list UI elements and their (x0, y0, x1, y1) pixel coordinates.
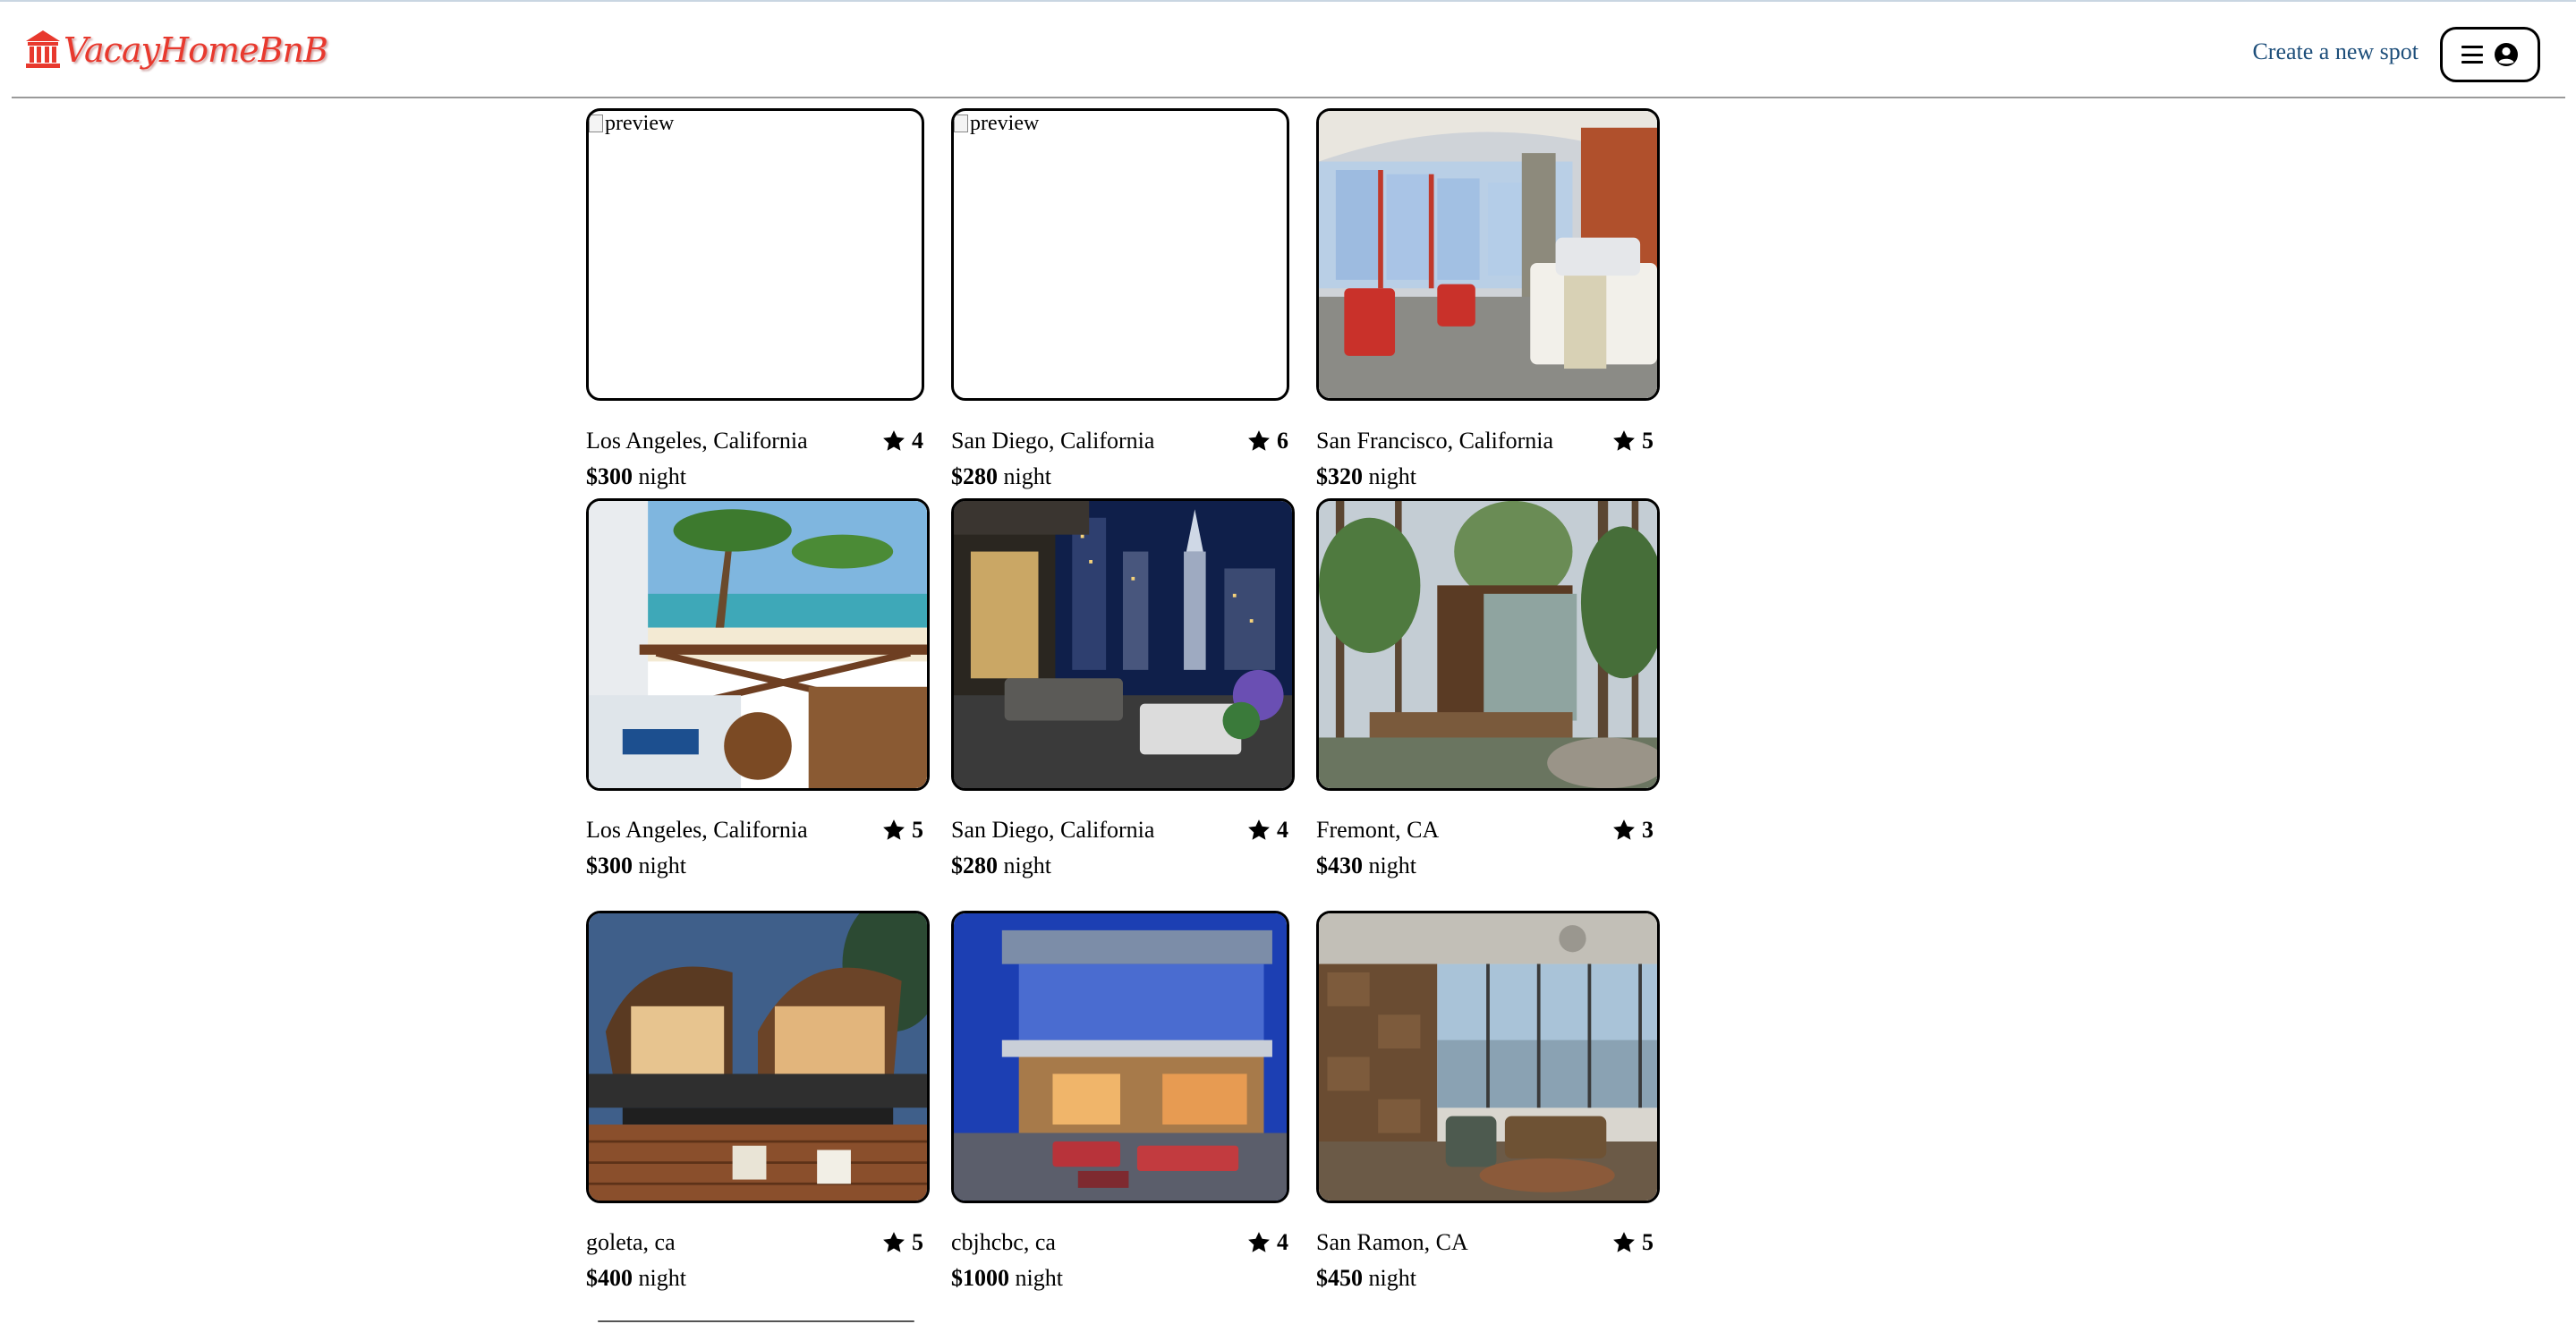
alt-text: preview (970, 112, 1040, 135)
rating-value: 6 (1277, 428, 1288, 454)
price-unit: night (1368, 463, 1416, 489)
profile-menu-button[interactable] (2440, 27, 2540, 82)
broken-image-alt-text: preview (589, 111, 674, 136)
spot-image[interactable] (951, 498, 1295, 791)
spot-image[interactable] (1316, 108, 1660, 401)
spot-price: $300 night (586, 463, 686, 490)
forest-cabin-photo (1319, 501, 1657, 788)
broken-image-alt-text: preview (954, 111, 1039, 136)
spot-price: $280 night (951, 853, 1051, 879)
spot-price: $1000 night (951, 1265, 1063, 1292)
spot-rating: 5 (1611, 428, 1654, 454)
spot-image[interactable] (1316, 911, 1660, 1203)
tropical-villa-photo (589, 913, 927, 1201)
next-card-edge (598, 1320, 914, 1322)
spot-rating: 4 (1246, 817, 1288, 844)
spot-image[interactable] (586, 911, 930, 1203)
price-amount: $400 (586, 1265, 633, 1291)
spot-rating: 5 (881, 817, 923, 844)
spot-rating: 4 (1246, 1229, 1288, 1256)
spot-location: goleta, ca (586, 1229, 676, 1255)
alt-text: preview (605, 112, 675, 135)
rating-value: 5 (1642, 428, 1654, 454)
star-icon (883, 819, 905, 840)
spot-rating: 5 (881, 1229, 923, 1256)
star-icon (1613, 430, 1635, 451)
hamburger-icon (2461, 46, 2483, 64)
star-icon (1613, 819, 1635, 840)
rating-value: 4 (912, 428, 923, 454)
rating-value: 4 (1277, 1229, 1288, 1255)
hotel-room-photo (1319, 111, 1657, 398)
price-amount: $430 (1316, 853, 1363, 878)
bank-icon (26, 30, 60, 68)
price-unit: night (1015, 1265, 1063, 1291)
beach-balcony-photo (589, 501, 927, 788)
spot-location: Los Angeles, California (586, 817, 808, 843)
price-amount: $450 (1316, 1265, 1363, 1291)
spot-image[interactable]: preview (586, 108, 924, 401)
price-amount: $300 (586, 463, 633, 489)
spot-location: Los Angeles, California (586, 428, 808, 454)
spot-price: $400 night (586, 1265, 686, 1292)
price-unit: night (638, 463, 686, 489)
price-amount: $300 (586, 853, 633, 878)
rating-value: 5 (1642, 1229, 1654, 1255)
price-unit: night (1003, 853, 1051, 878)
spot-image[interactable]: preview (951, 108, 1289, 401)
create-spot-link[interactable]: Create a new spot (2252, 38, 2419, 65)
modern-house-photo (954, 913, 1287, 1201)
spot-image[interactable] (1316, 498, 1660, 791)
spot-image[interactable] (951, 911, 1289, 1203)
price-unit: night (638, 1265, 686, 1291)
star-icon (1248, 819, 1270, 840)
spot-price: $450 night (1316, 1265, 1416, 1292)
spot-price: $300 night (586, 853, 686, 879)
price-amount: $320 (1316, 463, 1363, 489)
price-amount: $1000 (951, 1265, 1009, 1291)
rating-value: 4 (1277, 817, 1288, 843)
logo-text: VacayHomeBnB (64, 30, 328, 70)
spot-location: San Ramon, CA (1316, 1229, 1468, 1255)
loft-view-photo (1319, 913, 1657, 1201)
price-amount: $280 (951, 853, 998, 878)
broken-image-icon (589, 115, 603, 132)
price-amount: $280 (951, 463, 998, 489)
rating-value: 5 (912, 817, 923, 843)
spot-rating: 5 (1611, 1229, 1654, 1256)
star-icon (883, 1232, 905, 1252)
spot-rating: 4 (881, 428, 923, 454)
site-header: VacayHomeBnB Create a new spot (12, 2, 2565, 98)
price-unit: night (1003, 463, 1051, 489)
price-unit: night (1368, 1265, 1416, 1291)
logo[interactable]: VacayHomeBnB (24, 25, 328, 75)
spot-price: $280 night (951, 463, 1051, 490)
user-circle-icon (2495, 43, 2518, 66)
city-terrace-photo (954, 501, 1292, 788)
spot-rating: 6 (1246, 428, 1288, 454)
rating-value: 5 (912, 1229, 923, 1255)
spot-location: San Diego, California (951, 817, 1155, 843)
star-icon (1248, 1232, 1270, 1252)
spot-price: $320 night (1316, 463, 1416, 490)
spot-location: San Francisco, California (1316, 428, 1553, 454)
spot-location: Fremont, CA (1316, 817, 1440, 843)
price-unit: night (1368, 853, 1416, 878)
spot-location: San Diego, California (951, 428, 1155, 454)
star-icon (1248, 430, 1270, 451)
spot-rating: 3 (1611, 817, 1654, 844)
spot-price: $430 night (1316, 853, 1416, 879)
spot-location: cbjhcbc, ca (951, 1229, 1056, 1255)
spot-image[interactable] (586, 498, 930, 791)
star-icon (883, 430, 905, 451)
star-icon (1613, 1232, 1635, 1252)
price-unit: night (638, 853, 686, 878)
rating-value: 3 (1642, 817, 1654, 843)
broken-image-icon (954, 115, 968, 132)
